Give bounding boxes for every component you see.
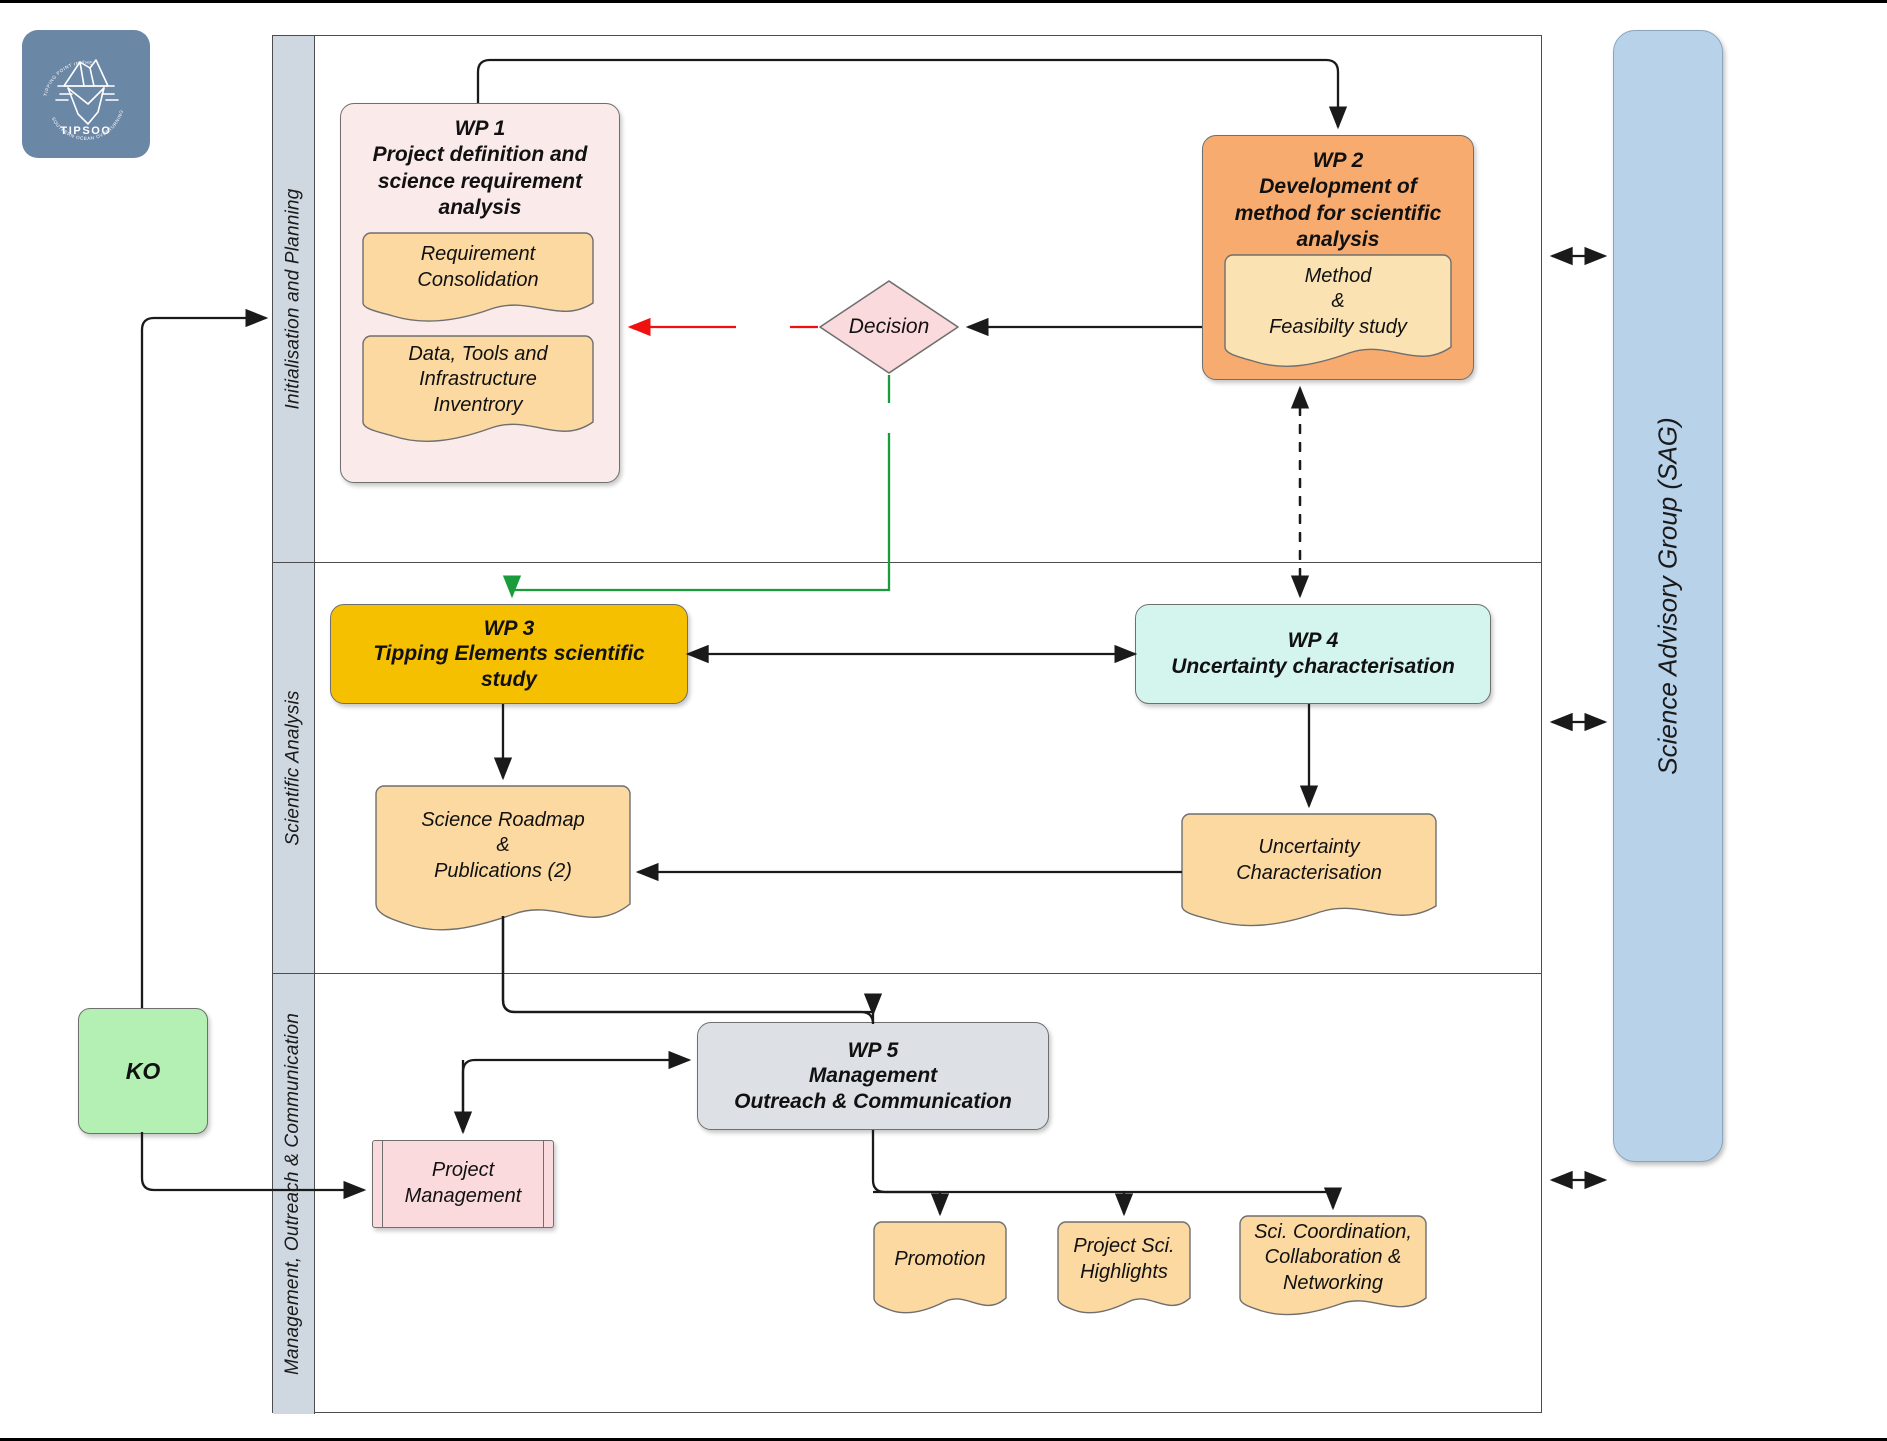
doc-line: Data, Tools and (408, 342, 548, 365)
doc-line: Consolidation (417, 269, 539, 291)
tipsoo-logo: TIPSOO TIPPING POINT IN THE SOUTHERN OCE… (22, 30, 150, 158)
doc-line: Collaboration & (1264, 1246, 1402, 1269)
wp5-title: WP 5 Management Outreach & Communication (726, 1036, 1020, 1117)
kickoff-node[interactable]: KO (78, 1008, 208, 1134)
wp3-title-line-1: WP 3 (483, 616, 535, 640)
doc-line: Inventrory (433, 393, 523, 416)
doc-line: Science Roadmap (421, 808, 585, 831)
doc-uncertainty-characterisation-label: Uncertainty Characterisation (1182, 814, 1436, 908)
wp3-node[interactable]: WP 3 Tipping Elements scientific study (330, 604, 688, 704)
wp4-title: WP 4 Uncertainty characterisation (1163, 626, 1463, 681)
lane-header-scientific: Scientific Analysis (273, 563, 315, 973)
doc-data-tools-inventory-label: Data, Tools and Infrastructure Inventror… (363, 336, 593, 424)
doc-project-sci-highlights[interactable]: Project Sci. Highlights (1057, 1221, 1191, 1318)
pm-line: Management (404, 1185, 522, 1207)
wp1-title-line-1: WP 1 (454, 117, 506, 140)
doc-project-sci-highlights-label: Project Sci. Highlights (1058, 1222, 1190, 1298)
project-management-node[interactable]: Project Management (372, 1140, 554, 1228)
wp2-title-line-1: WP 2 (1312, 149, 1364, 172)
doc-line: & (1331, 290, 1345, 313)
doc-science-roadmap[interactable]: Science Roadmap & Publications (2) (375, 785, 631, 936)
doc-uncertainty-characterisation[interactable]: Uncertainty Characterisation (1181, 813, 1437, 930)
wp5-title-line-1: WP 5 (847, 1038, 899, 1062)
doc-requirement-consolidation-label: Requirement Consolidation (363, 233, 593, 303)
edge-label-no: No (744, 310, 771, 333)
doc-line: Uncertainty (1258, 836, 1360, 859)
wp4-title-line-1: WP 4 (1287, 629, 1339, 653)
doc-line: Infrastructure (419, 368, 537, 391)
wp1-title-line-2: Project definition and (372, 143, 588, 167)
wp1-title-line-4: analysis (438, 195, 522, 219)
wp2-title-line-2: Development of (1259, 175, 1417, 199)
lane-label-scientific: Scientific Analysis (282, 690, 304, 846)
doc-line: Sci. Coordination, (1254, 1220, 1412, 1243)
doc-line: Characterisation (1236, 862, 1382, 884)
wp1-title-line-3: science requirement (377, 169, 583, 193)
page-top-rule (0, 0, 1887, 3)
doc-line: Method (1304, 264, 1372, 287)
iceberg-icon: TIPSOO TIPPING POINT IN THE SOUTHERN OCE… (43, 59, 124, 141)
doc-line: Promotion (894, 1248, 986, 1271)
sag-label: Science Advisory Group (SAG) (1652, 417, 1683, 775)
wp5-node[interactable]: WP 5 Management Outreach & Communication (697, 1022, 1049, 1130)
doc-requirement-consolidation[interactable]: Requirement Consolidation (362, 232, 594, 325)
doc-method-feasibility-study-label: Method & Feasibilty study (1225, 255, 1451, 349)
doc-science-roadmap-label: Science Roadmap & Publications (2) (376, 786, 630, 906)
wp1-title: WP 1 Project definition and science requ… (341, 116, 619, 221)
doc-promotion[interactable]: Promotion (873, 1221, 1007, 1318)
doc-line: Publications (2) (434, 859, 572, 882)
doc-data-tools-inventory[interactable]: Data, Tools and Infrastructure Inventror… (362, 335, 594, 446)
science-advisory-group-panel[interactable]: Science Advisory Group (SAG) (1613, 30, 1723, 1162)
doc-promotion-label: Promotion (874, 1222, 1006, 1298)
wp3-title-line-3: study (480, 667, 537, 691)
lane-label-management: Management, Outreach & Communication (282, 1012, 304, 1376)
wp2-title-line-3: method for scientific (1234, 201, 1442, 225)
diagram-canvas: TIPSOO TIPPING POINT IN THE SOUTHERN OCE… (0, 0, 1887, 1441)
lane-label-initialisation: Initialisation and Planning (282, 188, 304, 410)
doc-line: Project Sci. (1073, 1235, 1175, 1258)
edge-ko-to-initialisation (140, 308, 269, 1008)
pm-line: Project (431, 1159, 495, 1182)
lane-header-management: Management, Outreach & Communication (273, 974, 315, 1414)
wp2-title: WP 2 Development of method for scientifi… (1203, 148, 1473, 253)
wp3-title-line-2: Tipping Elements scientific (373, 642, 645, 666)
doc-sci-coordination[interactable]: Sci. Coordination, Collaboration & Netwo… (1239, 1215, 1427, 1320)
wp5-title-line-2: Management (808, 1064, 938, 1088)
decision-label: Decision (848, 315, 930, 338)
doc-line: Requirement (420, 243, 536, 266)
lane-header-initialisation: Initialisation and Planning (273, 36, 315, 562)
doc-method-feasibility-study[interactable]: Method & Feasibilty study (1224, 254, 1452, 371)
wp5-title-line-3: Outreach & Communication (734, 1089, 1012, 1113)
wp3-title: WP 3 Tipping Elements scientific study (365, 614, 653, 695)
project-management-label: Project Management (405, 1158, 522, 1209)
wp4-title-line-2: Uncertainty characterisation (1171, 655, 1455, 678)
doc-line: & (496, 834, 510, 857)
edge-label-yes: Yes (868, 415, 904, 438)
doc-line: Feasibilty study (1269, 315, 1407, 338)
doc-line: Networking (1282, 1271, 1384, 1294)
doc-line: Highlights (1080, 1261, 1168, 1283)
doc-sci-coordination-label: Sci. Coordination, Collaboration & Netwo… (1240, 1216, 1426, 1300)
kickoff-label: KO (125, 1057, 161, 1084)
wp2-title-line-4: analysis (1296, 227, 1380, 251)
wp4-node[interactable]: WP 4 Uncertainty characterisation (1135, 604, 1491, 704)
decision-node[interactable]: Decision (818, 279, 960, 375)
